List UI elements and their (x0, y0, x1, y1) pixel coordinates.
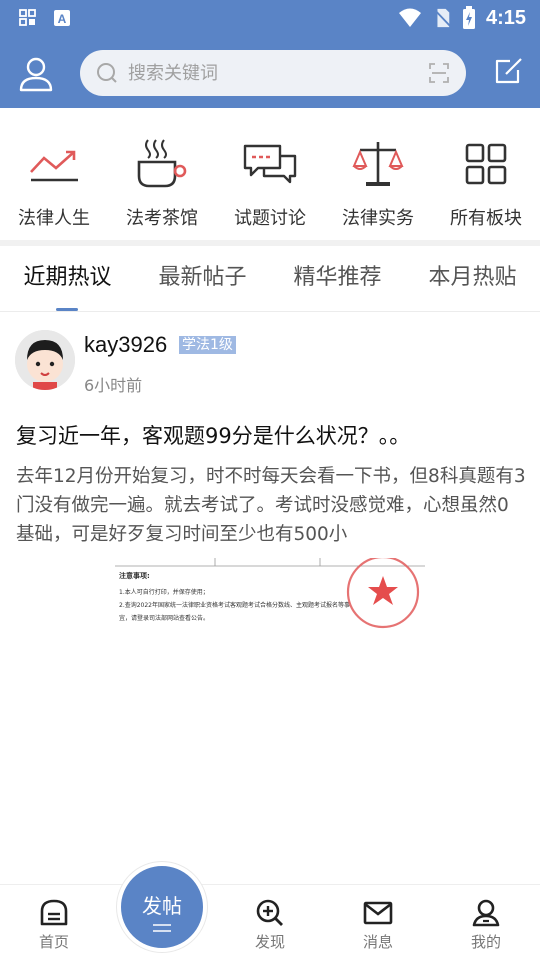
nav-messages[interactable]: 消息 (324, 885, 432, 960)
lines-icon (153, 924, 171, 932)
tab-recent-hot[interactable]: 近期热议 (0, 248, 135, 311)
category-label: 法律人生 (18, 208, 90, 229)
post-title[interactable]: 复习近一年，客观题99分是什么状况？。。 (16, 420, 526, 450)
compose-icon[interactable] (494, 56, 524, 86)
scan-icon[interactable] (428, 62, 450, 84)
tab-monthly-hot[interactable]: 本月热贴 (405, 248, 540, 311)
nav-label: 消息 (362, 933, 393, 951)
tab-label: 最新帖子 (158, 265, 247, 290)
tab-latest[interactable]: 最新帖子 (135, 248, 270, 311)
bottom-nav: 首页 发现 消息 我的 (0, 884, 540, 960)
active-tab-indicator (56, 308, 78, 311)
nav-label: 首页 (38, 933, 69, 951)
status-time: 4:15 (485, 6, 526, 29)
tea-cup-icon (137, 139, 187, 188)
no-sim-icon (434, 8, 451, 28)
scales-icon (352, 142, 404, 186)
battery-charging-icon (462, 6, 475, 29)
user-level-badge: 学法1级 (179, 336, 236, 354)
image-note-2: 2.查询2022年国家统一法律职业资格考试客观题考试合格分数线、主观题考试报名等… (119, 601, 350, 609)
category-all-boards[interactable]: 所有板块 (432, 120, 540, 240)
search-input[interactable] (128, 50, 418, 96)
search-icon (97, 63, 117, 83)
header (0, 42, 540, 102)
post-excerpt[interactable]: 去年12月份开始复习，时不时每天会看一下书，但8科真题有3门没有做完一遍。就去考… (16, 462, 526, 549)
tab-featured[interactable]: 精华推荐 (270, 248, 405, 311)
svg-text:A: A (58, 12, 67, 26)
category-tea-house[interactable]: 法考茶馆 (108, 120, 216, 240)
category-label: 试题讨论 (234, 208, 306, 229)
trend-line-icon (30, 150, 78, 182)
category-label: 所有板块 (450, 208, 522, 229)
category-row: 法律人生 法考茶馆 试题讨论 法律实务 所有板块 (0, 120, 540, 240)
user-icon[interactable] (16, 54, 56, 94)
category-label: 法律实务 (342, 208, 414, 229)
font-app-icon: A (54, 10, 70, 26)
chat-bubbles-icon (243, 144, 297, 184)
tab-label: 本月热贴 (428, 265, 517, 290)
category-legal-practice[interactable]: 法律实务 (324, 120, 432, 240)
cartoon-avatar-icon (15, 330, 75, 390)
nav-label: 发现 (254, 933, 285, 951)
post-image[interactable]: 注意事项: 1.本人可自行打印，并保存使用； 2.查询2022年国家统一法律职业… (115, 558, 425, 632)
avatar[interactable] (15, 330, 75, 390)
home-icon (40, 899, 68, 926)
tab-label: 精华推荐 (293, 265, 382, 290)
profile-icon (472, 899, 500, 927)
image-note-title: 注意事项: (119, 571, 150, 580)
wifi-icon (398, 8, 421, 27)
category-question-discussion[interactable]: 试题讨论 (216, 120, 324, 240)
search-bar[interactable] (80, 50, 466, 96)
nav-profile[interactable]: 我的 (432, 885, 540, 960)
section-divider (0, 240, 540, 246)
nav-label: 我的 (470, 933, 501, 951)
grid-icon (465, 143, 507, 185)
mail-icon (363, 901, 393, 925)
post-username[interactable]: kay3926 (84, 332, 167, 358)
new-post-label: 发帖 (142, 894, 182, 918)
feed-tabs: 近期热议 最新帖子 精华推荐 本月热贴 (0, 248, 540, 312)
nav-discover[interactable]: 发现 (216, 885, 324, 960)
nav-home[interactable]: 首页 (0, 885, 108, 960)
category-law-life[interactable]: 法律人生 (0, 120, 108, 240)
image-note-1: 1.本人可自行打印，并保存使用； (119, 588, 209, 596)
image-note-3: 宜，请登录司法部网站查看公告。 (119, 614, 209, 622)
new-post-button[interactable]: 发帖 (117, 862, 207, 952)
apps-grid-icon (19, 9, 36, 26)
status-bar: A 4:15 (0, 0, 540, 36)
post-time: 6小时前 (84, 376, 143, 395)
discover-icon (256, 899, 283, 926)
category-label: 法考茶馆 (126, 208, 198, 229)
tab-label: 近期热议 (23, 265, 112, 290)
